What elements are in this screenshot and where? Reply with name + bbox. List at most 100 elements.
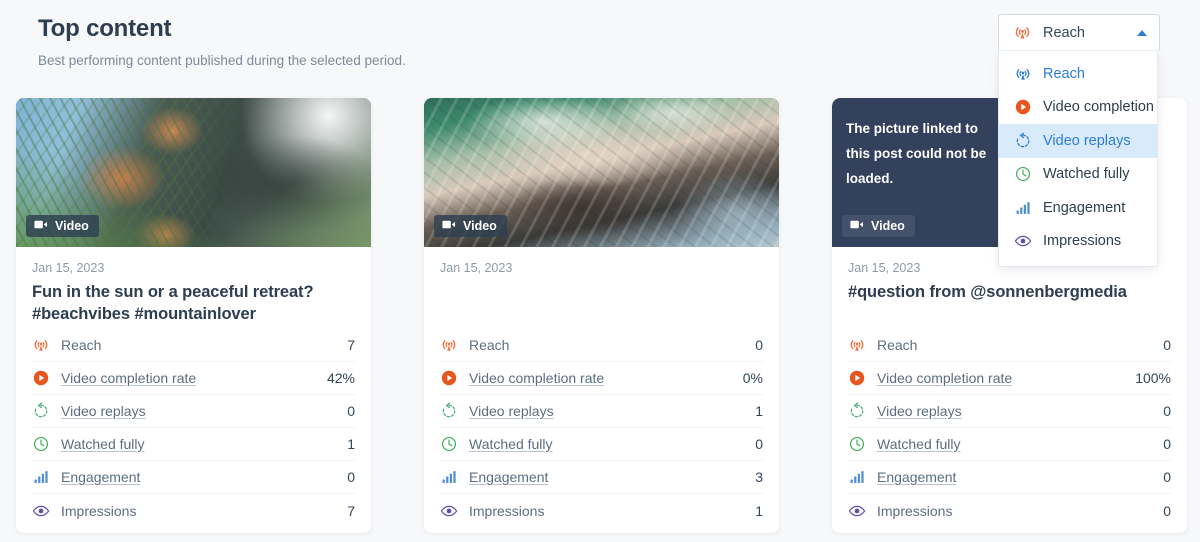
- metric-label: Reach: [469, 337, 510, 353]
- content-card[interactable]: Video Jan 15, 2023 Reach 0 Video complet…: [424, 98, 779, 533]
- metric-value: 0: [1163, 337, 1171, 353]
- eye-icon: [440, 502, 458, 520]
- page-title: Top content: [38, 15, 172, 42]
- metric-value: 42%: [326, 370, 355, 386]
- metric-row: Watched fully 0: [848, 428, 1171, 461]
- reach-antenna-icon: [848, 336, 866, 354]
- card-title[interactable]: Fun in the sun or a peaceful retreat? #b…: [32, 281, 355, 325]
- replay-arrow-icon: [1014, 132, 1032, 150]
- metric-label: Reach: [877, 337, 918, 353]
- metric-row: Impressions 7: [32, 494, 355, 527]
- dropdown-item-label: Impressions: [1043, 233, 1122, 250]
- metric-label[interactable]: Watched fully: [469, 436, 755, 452]
- card-metrics: Reach 0 Video completion rate 0% Video r…: [440, 329, 763, 527]
- metric-selector-value: Reach: [1043, 24, 1085, 41]
- metric-row: Reach 7: [32, 329, 355, 362]
- content-card[interactable]: Video Jan 15, 2023 Fun in the sun or a p…: [16, 98, 371, 533]
- metric-value: 0: [1163, 469, 1171, 485]
- metric-label: Impressions: [61, 502, 137, 519]
- metric-label[interactable]: Video replays: [61, 403, 347, 419]
- bar-chart-icon: [848, 468, 866, 486]
- metric-row: Video completion rate 0%: [440, 362, 763, 395]
- metric-value: 100%: [1135, 370, 1171, 386]
- metric-value: 0%: [742, 370, 763, 386]
- card-metrics: Reach 0 Video completion rate 100% Video…: [848, 329, 1171, 527]
- metric-label[interactable]: Engagement: [877, 469, 1163, 485]
- card-title[interactable]: [440, 281, 763, 325]
- dropdown-item-reach[interactable]: Reach: [999, 57, 1157, 91]
- replay-arrow-icon: [32, 402, 50, 420]
- metric-label[interactable]: Video completion rate: [469, 370, 743, 386]
- metric-label[interactable]: Engagement: [61, 469, 347, 485]
- reach-antenna-icon: [32, 336, 50, 354]
- card-metrics: Reach 7 Video completion rate 42% Video …: [32, 329, 355, 527]
- metric-row: Watched fully 1: [32, 428, 355, 461]
- card-body: Jan 15, 2023 Reach 0 Video completion ra…: [424, 247, 779, 527]
- video-type-badge: Video: [434, 215, 507, 237]
- metric-label[interactable]: Watched fully: [61, 436, 347, 452]
- replay-arrow-icon: [848, 402, 866, 420]
- eye-icon: [32, 502, 50, 520]
- dropdown-item-impressions[interactable]: Impressions: [999, 225, 1157, 259]
- card-body: Jan 15, 2023 #question from @sonnenbergm…: [832, 247, 1187, 527]
- metric-value: 0: [1163, 502, 1171, 519]
- card-media[interactable]: Video: [16, 98, 371, 247]
- card-title[interactable]: #question from @sonnenbergmedia: [848, 281, 1171, 325]
- replay-arrow-icon: [440, 402, 458, 420]
- play-circle-icon: [1014, 98, 1032, 116]
- eye-icon: [848, 502, 866, 520]
- metric-label[interactable]: Video replays: [469, 403, 755, 419]
- metric-value: 0: [755, 337, 763, 353]
- metric-label[interactable]: Video completion rate: [877, 370, 1135, 386]
- metric-label[interactable]: Watched fully: [877, 436, 1163, 452]
- chevron-up-icon: [1137, 29, 1147, 36]
- metric-value: 0: [1163, 403, 1171, 419]
- metric-row: Impressions 0: [848, 494, 1171, 527]
- metric-label: Impressions: [469, 502, 545, 519]
- metric-label: Impressions: [877, 502, 953, 519]
- card-body: Jan 15, 2023 Fun in the sun or a peacefu…: [16, 247, 371, 527]
- bar-chart-icon: [32, 468, 50, 486]
- card-media[interactable]: Video: [424, 98, 779, 247]
- reach-antenna-icon: [1013, 23, 1032, 42]
- play-circle-icon: [440, 369, 458, 387]
- video-badge-label: Video: [463, 219, 497, 233]
- clock-icon: [32, 435, 50, 453]
- card-date: Jan 15, 2023: [440, 261, 513, 275]
- dropdown-item-engagement[interactable]: Engagement: [999, 191, 1157, 225]
- dropdown-item-label: Engagement: [1043, 199, 1126, 216]
- video-camera-icon: [850, 219, 864, 233]
- metric-row: Video replays 0: [848, 395, 1171, 428]
- video-badge-label: Video: [55, 219, 89, 233]
- play-circle-icon: [32, 369, 50, 387]
- dropdown-item-video-replays[interactable]: Video replays: [999, 124, 1157, 158]
- metric-selector-button[interactable]: Reach: [998, 14, 1160, 51]
- dropdown-item-watched-fully[interactable]: Watched fully: [999, 158, 1157, 192]
- card-date: Jan 15, 2023: [32, 261, 105, 275]
- metric-selector-menu: Reach Video completion rate Video replay…: [998, 51, 1158, 267]
- metric-value: 0: [755, 436, 763, 452]
- metric-value: 7: [347, 337, 355, 353]
- metric-value: 1: [755, 403, 763, 419]
- dropdown-item-video-completion-rate[interactable]: Video completion rate: [999, 91, 1157, 125]
- play-circle-icon: [848, 369, 866, 387]
- dropdown-item-label: Video completion rate: [1043, 99, 1157, 116]
- clock-icon: [848, 435, 866, 453]
- metric-label[interactable]: Engagement: [469, 469, 755, 485]
- page-subtitle: Best performing content published during…: [38, 53, 406, 68]
- metric-value: 0: [347, 469, 355, 485]
- dropdown-item-label: Watched fully: [1043, 166, 1130, 183]
- dropdown-item-label: Reach: [1043, 65, 1085, 82]
- reach-antenna-icon: [440, 336, 458, 354]
- metric-row: Video completion rate 42%: [32, 362, 355, 395]
- reach-antenna-icon: [1014, 65, 1032, 83]
- metric-row: Video replays 0: [32, 395, 355, 428]
- metric-label[interactable]: Video replays: [877, 403, 1163, 419]
- bar-chart-icon: [1014, 199, 1032, 217]
- metric-label[interactable]: Video completion rate: [61, 370, 327, 386]
- metric-row: Reach 0: [848, 329, 1171, 362]
- metric-value: 1: [755, 502, 763, 519]
- video-camera-icon: [442, 219, 456, 233]
- video-badge-label: Video: [871, 219, 905, 233]
- metric-selector: Reach Reach Video completion Video repla…: [998, 14, 1160, 267]
